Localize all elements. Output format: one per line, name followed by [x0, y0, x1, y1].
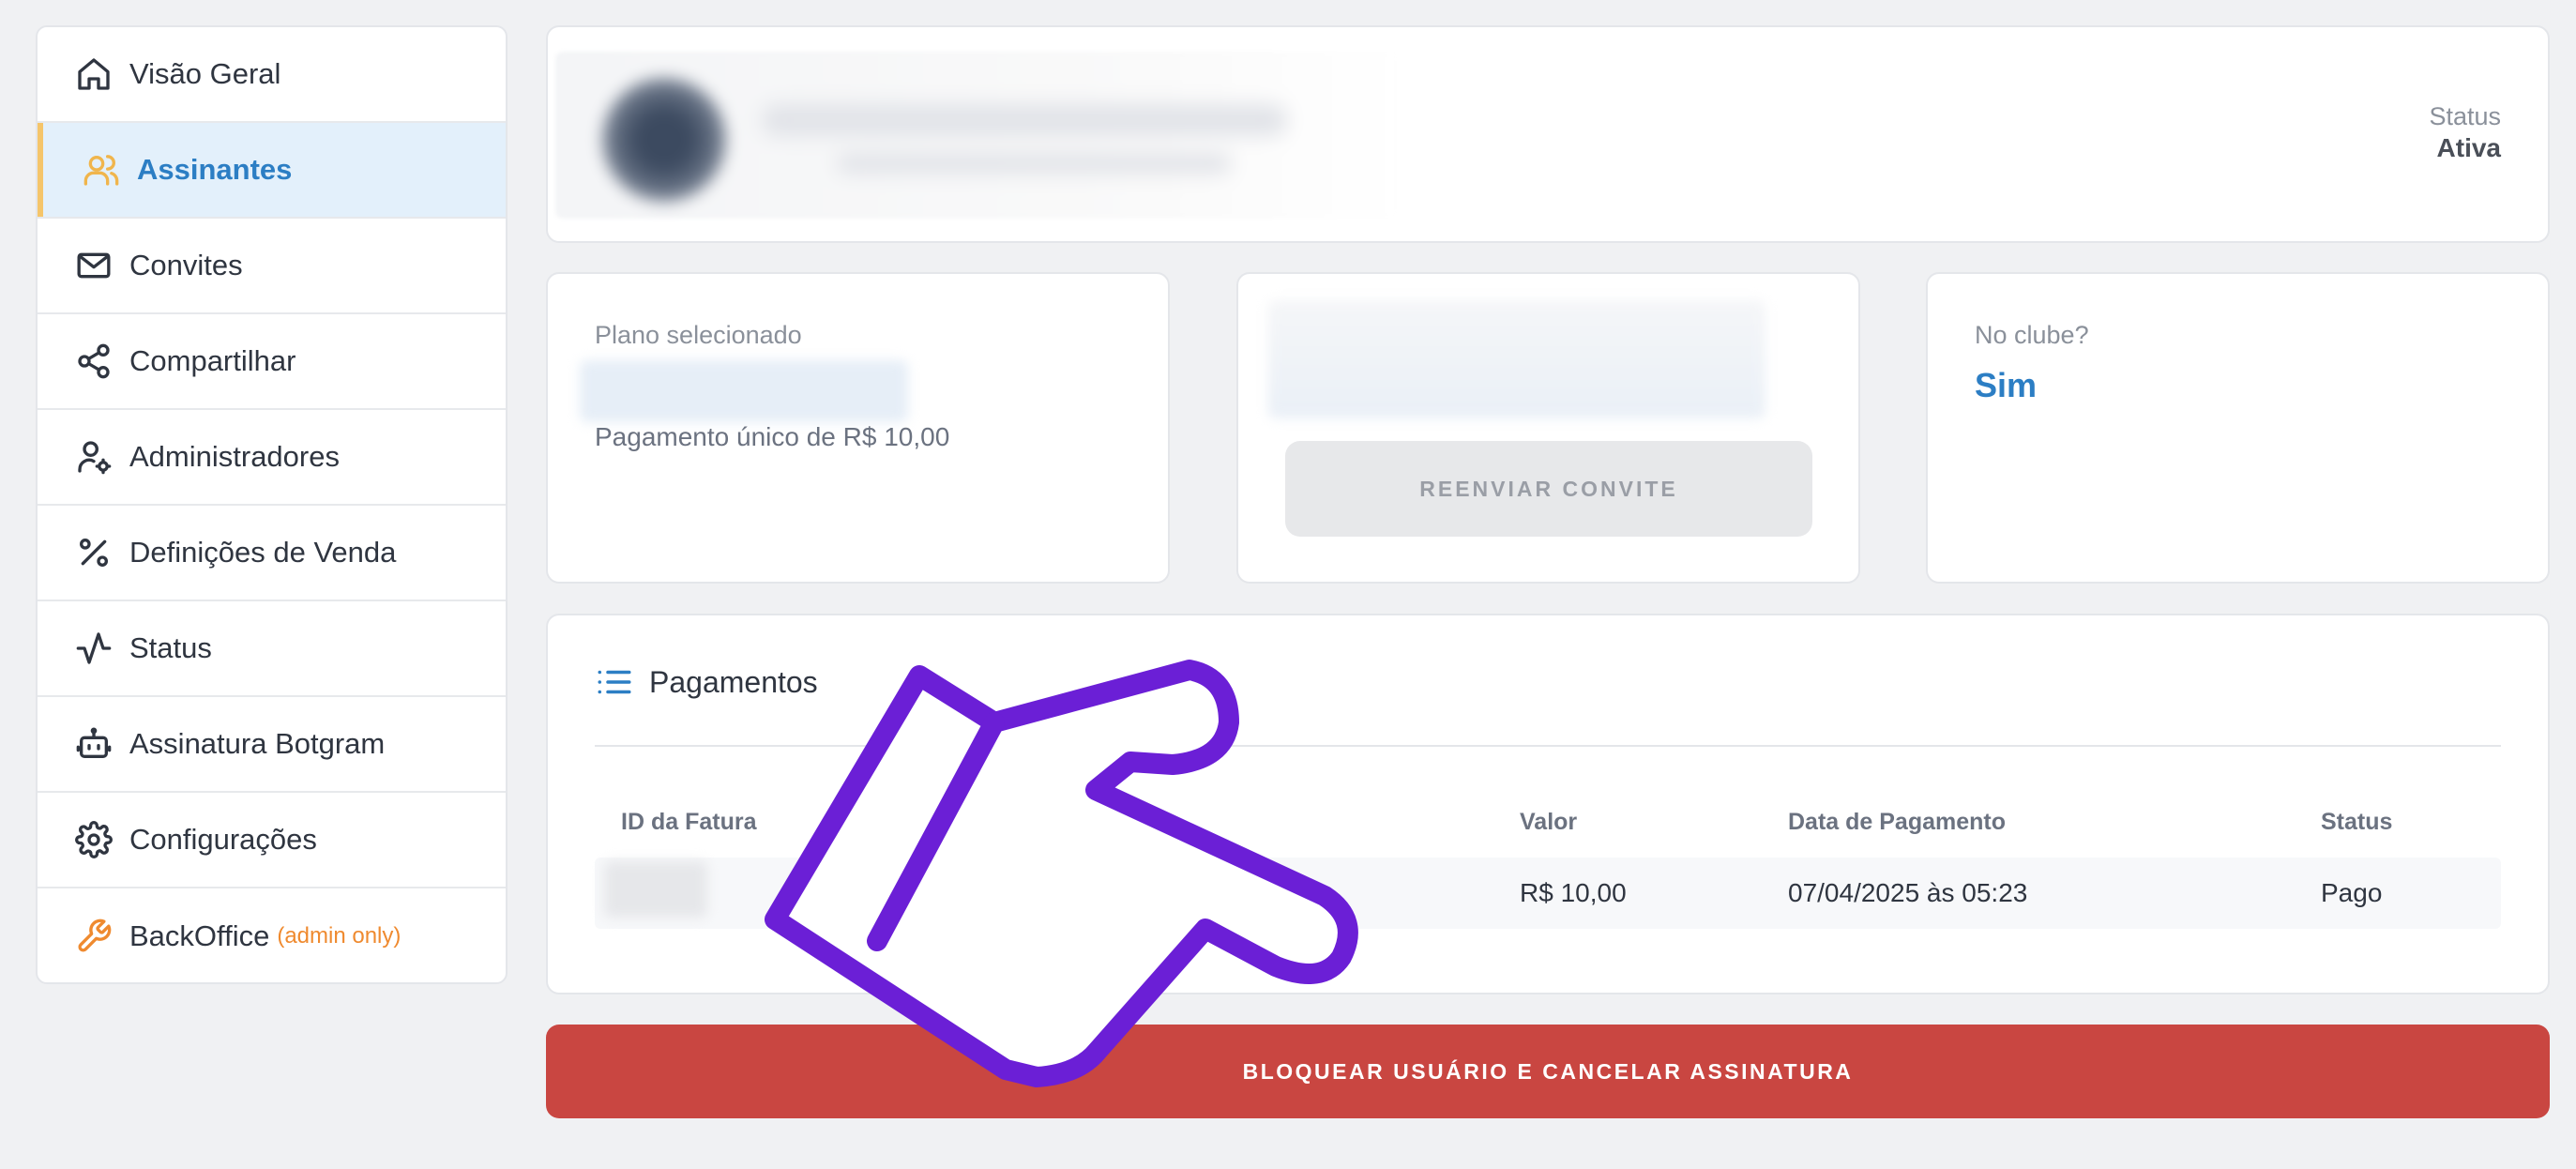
- sidebar-item-definicoes-venda[interactable]: Definições de Venda: [38, 506, 506, 601]
- sidebar-item-label: Definições de Venda: [129, 536, 397, 569]
- cell-payment-date: 07/04/2025 às 05:23: [1788, 878, 2028, 907]
- users-icon: [81, 149, 122, 190]
- blurred-plan-name: [580, 360, 908, 422]
- sidebar-item-backoffice[interactable]: BackOffice (admin only): [38, 888, 506, 982]
- plan-label: Plano selecionado: [595, 321, 802, 349]
- sidebar-item-status[interactable]: Status: [38, 601, 506, 697]
- wrench-icon: [73, 916, 114, 957]
- share-icon: [73, 341, 114, 382]
- club-card: No clube? Sim: [1926, 272, 2550, 584]
- sidebar-item-configuracoes[interactable]: Configurações: [38, 793, 506, 888]
- subscriber-header-card: Status Ativa: [546, 25, 2550, 243]
- blurred-invoice-id: [604, 861, 707, 918]
- sidebar-item-label: Visão Geral: [129, 57, 281, 90]
- invite-card: REENVIAR CONVITE: [1236, 272, 1860, 584]
- blurred-invite-link: [1268, 300, 1765, 418]
- sidebar-item-assinatura-botgram[interactable]: Assinatura Botgram: [38, 697, 506, 793]
- status-value: Ativa: [2436, 133, 2501, 162]
- sidebar-item-administradores[interactable]: Administradores: [38, 410, 506, 506]
- user-cog-icon: [73, 436, 114, 478]
- sidebar-item-label: Assinantes: [137, 153, 293, 186]
- bot-icon: [73, 723, 114, 765]
- column-header-payment-date: Data de Pagamento: [1788, 809, 2007, 835]
- plan-description: Pagamento único de R$ 10,00: [595, 422, 950, 451]
- home-icon: [73, 53, 114, 95]
- column-header-value: Valor: [1520, 809, 1578, 835]
- column-header-status: Status: [2321, 809, 2393, 835]
- cell-value: R$ 10,00: [1520, 878, 1627, 907]
- sidebar-item-label: Administradores: [129, 440, 340, 473]
- sidebar-item-label: BackOffice: [129, 919, 270, 952]
- mail-icon: [73, 245, 114, 286]
- club-label: No clube?: [1975, 321, 2089, 349]
- avatar: [602, 78, 726, 202]
- cell-status: Pago: [2321, 878, 2383, 907]
- sidebar: Visão Geral Assinantes Convites Comparti…: [36, 25, 508, 984]
- sidebar-item-visao-geral[interactable]: Visão Geral: [38, 27, 506, 123]
- blurred-detail: [837, 153, 1231, 174]
- sidebar-item-label: Status: [129, 631, 212, 664]
- sidebar-item-convites[interactable]: Convites: [38, 219, 506, 314]
- blurred-profile: [555, 52, 1400, 219]
- sidebar-item-label: Convites: [129, 249, 243, 281]
- sidebar-item-label: Compartilhar: [129, 344, 296, 377]
- sidebar-item-label: Configurações: [129, 823, 317, 856]
- blurred-name: [762, 104, 1287, 136]
- activity-icon: [73, 628, 114, 669]
- resend-invite-button[interactable]: REENVIAR CONVITE: [1285, 441, 1812, 537]
- column-header-invoice-id: ID da Fatura: [621, 809, 757, 835]
- status-label: Status: [2429, 102, 2501, 130]
- admin-only-badge: (admin only): [277, 923, 402, 949]
- gear-icon: [73, 819, 114, 860]
- club-value: Sim: [1975, 366, 2038, 404]
- list-icon: [595, 662, 649, 702]
- plan-card: Plano selecionado Pagamento único de R$ …: [546, 272, 1170, 584]
- sidebar-item-assinantes[interactable]: Assinantes: [38, 123, 506, 219]
- sidebar-item-compartilhar[interactable]: Compartilhar: [38, 314, 506, 410]
- percent-icon: [73, 532, 114, 573]
- sidebar-item-label: Assinatura Botgram: [129, 727, 386, 760]
- pointing-hand-icon: [765, 660, 1358, 1087]
